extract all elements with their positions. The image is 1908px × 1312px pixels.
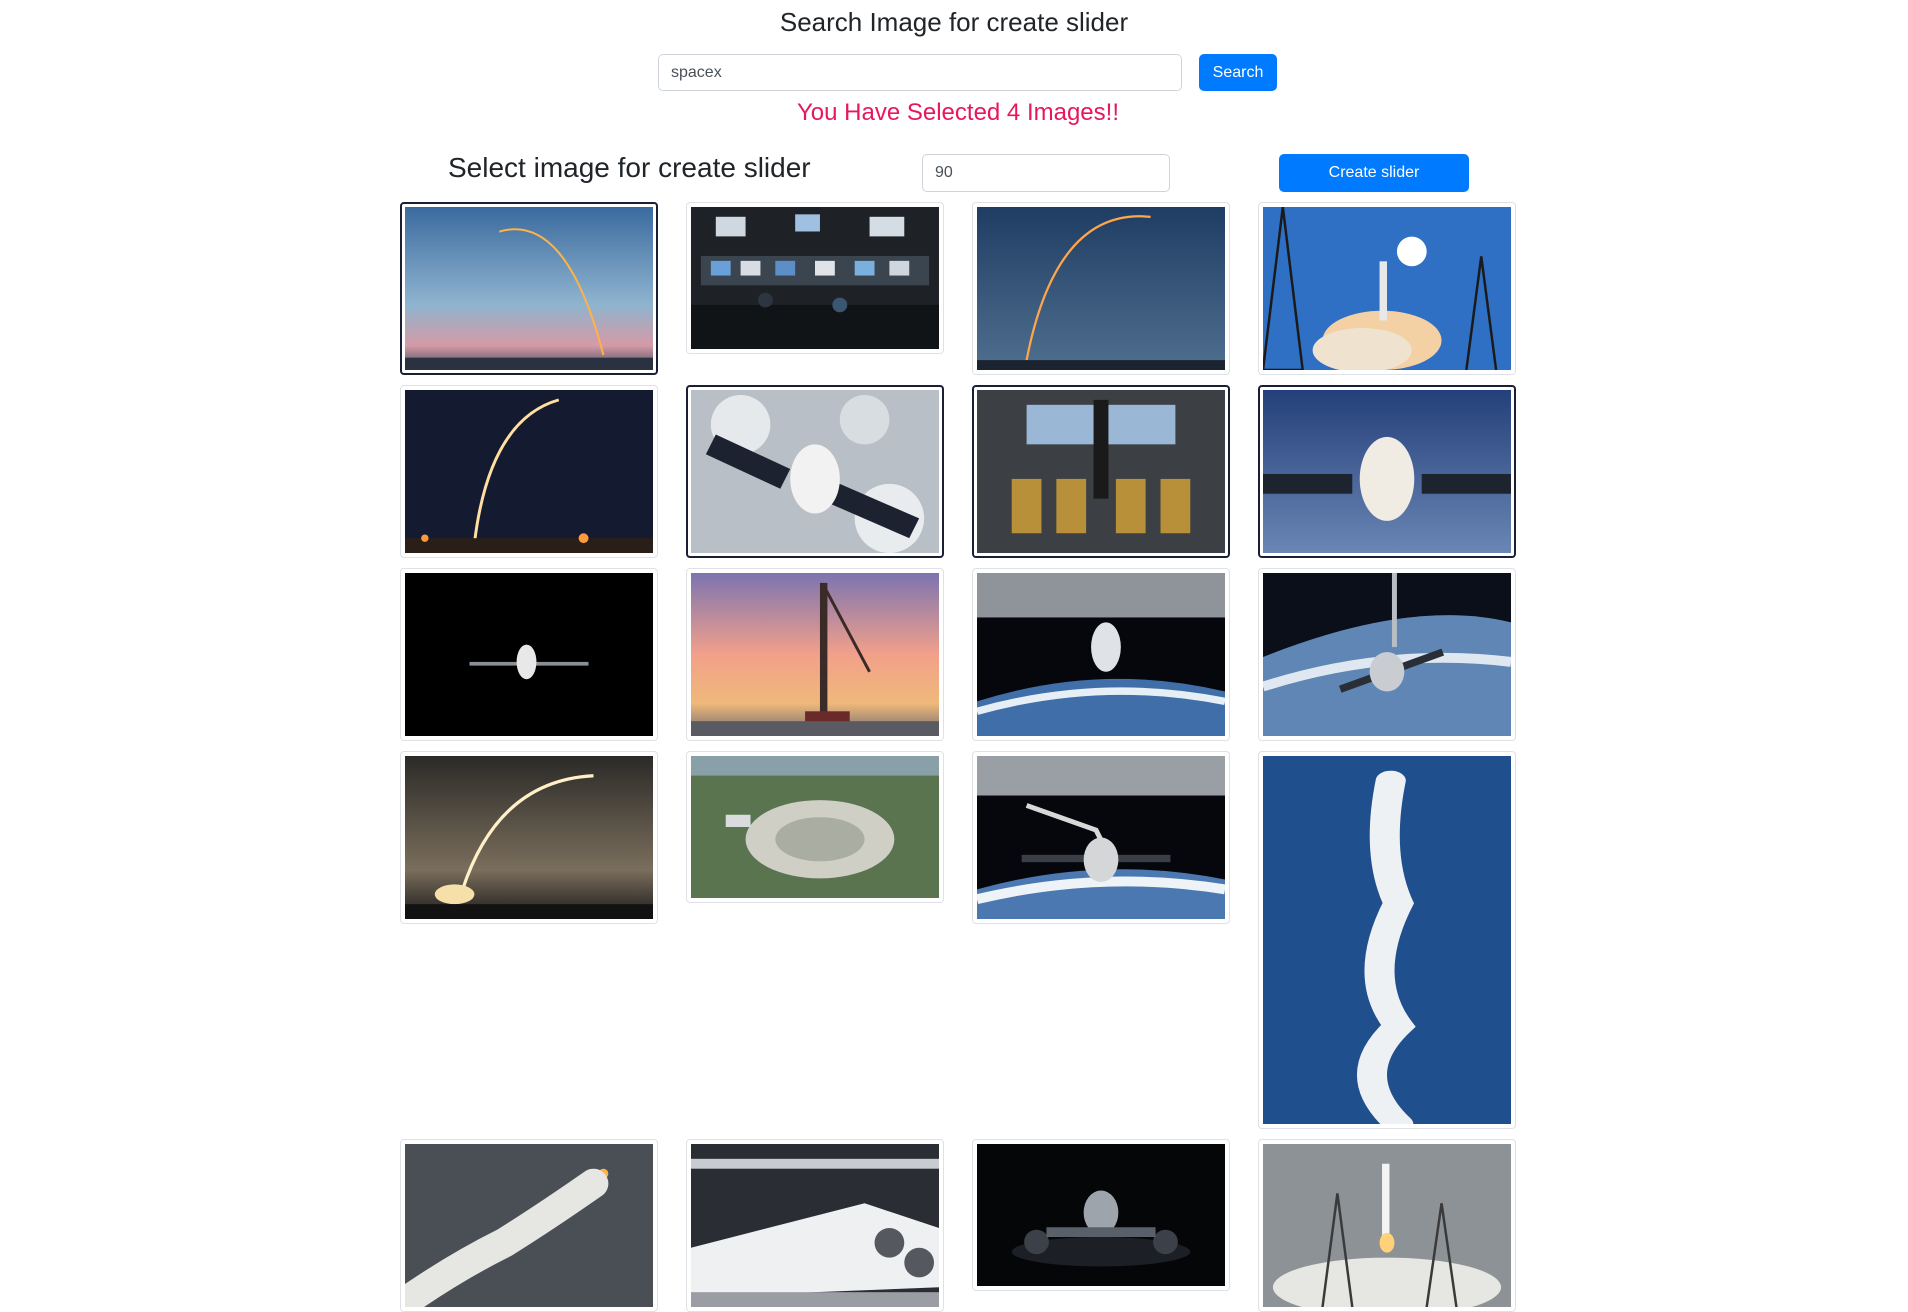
search-input[interactable] bbox=[658, 54, 1182, 91]
image-card-10[interactable] bbox=[686, 568, 944, 741]
image-card-4[interactable] bbox=[1258, 202, 1516, 375]
image-card-3[interactable] bbox=[972, 202, 1230, 375]
search-title: Search Image for create slider bbox=[779, 7, 1129, 37]
image-card-7[interactable] bbox=[972, 385, 1230, 558]
image-rocket-liftoff-launch-tower bbox=[1263, 207, 1511, 370]
image-rocket-on-pad-sunset bbox=[691, 573, 939, 736]
image-card-2[interactable] bbox=[686, 202, 944, 354]
image-card-6[interactable] bbox=[686, 385, 944, 558]
image-card-8[interactable] bbox=[1258, 385, 1516, 558]
select-image-title: Select image for create slider bbox=[448, 152, 811, 183]
image-rocket-smoke-trail-diagonal bbox=[405, 1144, 653, 1307]
image-card-16[interactable] bbox=[1258, 751, 1516, 1129]
image-dragon-grappled-by-station-arm bbox=[977, 756, 1225, 919]
image-rover-vehicle-dark bbox=[977, 1144, 1225, 1286]
image-card-17[interactable] bbox=[400, 1139, 658, 1312]
slider-duration-input[interactable] bbox=[922, 154, 1170, 192]
image-dragon-capsule-over-earth bbox=[1263, 390, 1511, 553]
image-dragon-capsule-robotic-arm-earth bbox=[1263, 573, 1511, 736]
image-card-14[interactable] bbox=[686, 751, 944, 903]
image-rocket-smoke-trail-vertical bbox=[1263, 756, 1511, 1124]
image-crew-dragon-interior bbox=[977, 390, 1225, 553]
image-card-9[interactable] bbox=[400, 568, 658, 741]
image-card-1[interactable] bbox=[400, 202, 658, 375]
image-falcon-engines-hangar bbox=[691, 1144, 939, 1307]
image-night-launch-streak bbox=[405, 390, 653, 553]
image-card-19[interactable] bbox=[972, 1139, 1230, 1291]
image-card-18[interactable] bbox=[686, 1139, 944, 1312]
search-button[interactable]: Search bbox=[1199, 54, 1277, 91]
create-slider-button[interactable]: Create slider bbox=[1279, 154, 1469, 192]
image-launch-complex-aerial bbox=[691, 756, 939, 898]
image-card-20[interactable] bbox=[1258, 1139, 1516, 1312]
image-mission-control-room bbox=[691, 207, 939, 349]
image-card-13[interactable] bbox=[400, 751, 658, 924]
image-dragon-capsule-black-space bbox=[405, 573, 653, 736]
image-card-11[interactable] bbox=[972, 568, 1230, 741]
image-card-15[interactable] bbox=[972, 751, 1230, 924]
image-dragon-capsule-over-clouds bbox=[691, 390, 939, 553]
image-rocket-launch-arc-blue bbox=[977, 207, 1225, 370]
image-card-5[interactable] bbox=[400, 385, 658, 558]
image-dragon-docked-station bbox=[977, 573, 1225, 736]
slider-builder-page: Search Image for create slider Search Yo… bbox=[0, 0, 1908, 1312]
image-rocket-launch-arc-dusk bbox=[405, 207, 653, 370]
image-rocket-liftoff-smoke-pad bbox=[1263, 1144, 1511, 1307]
image-long-exposure-launch-arc bbox=[405, 756, 653, 919]
selected-count-message: You Have Selected 4 Images!! bbox=[797, 99, 1119, 126]
image-card-12[interactable] bbox=[1258, 568, 1516, 741]
